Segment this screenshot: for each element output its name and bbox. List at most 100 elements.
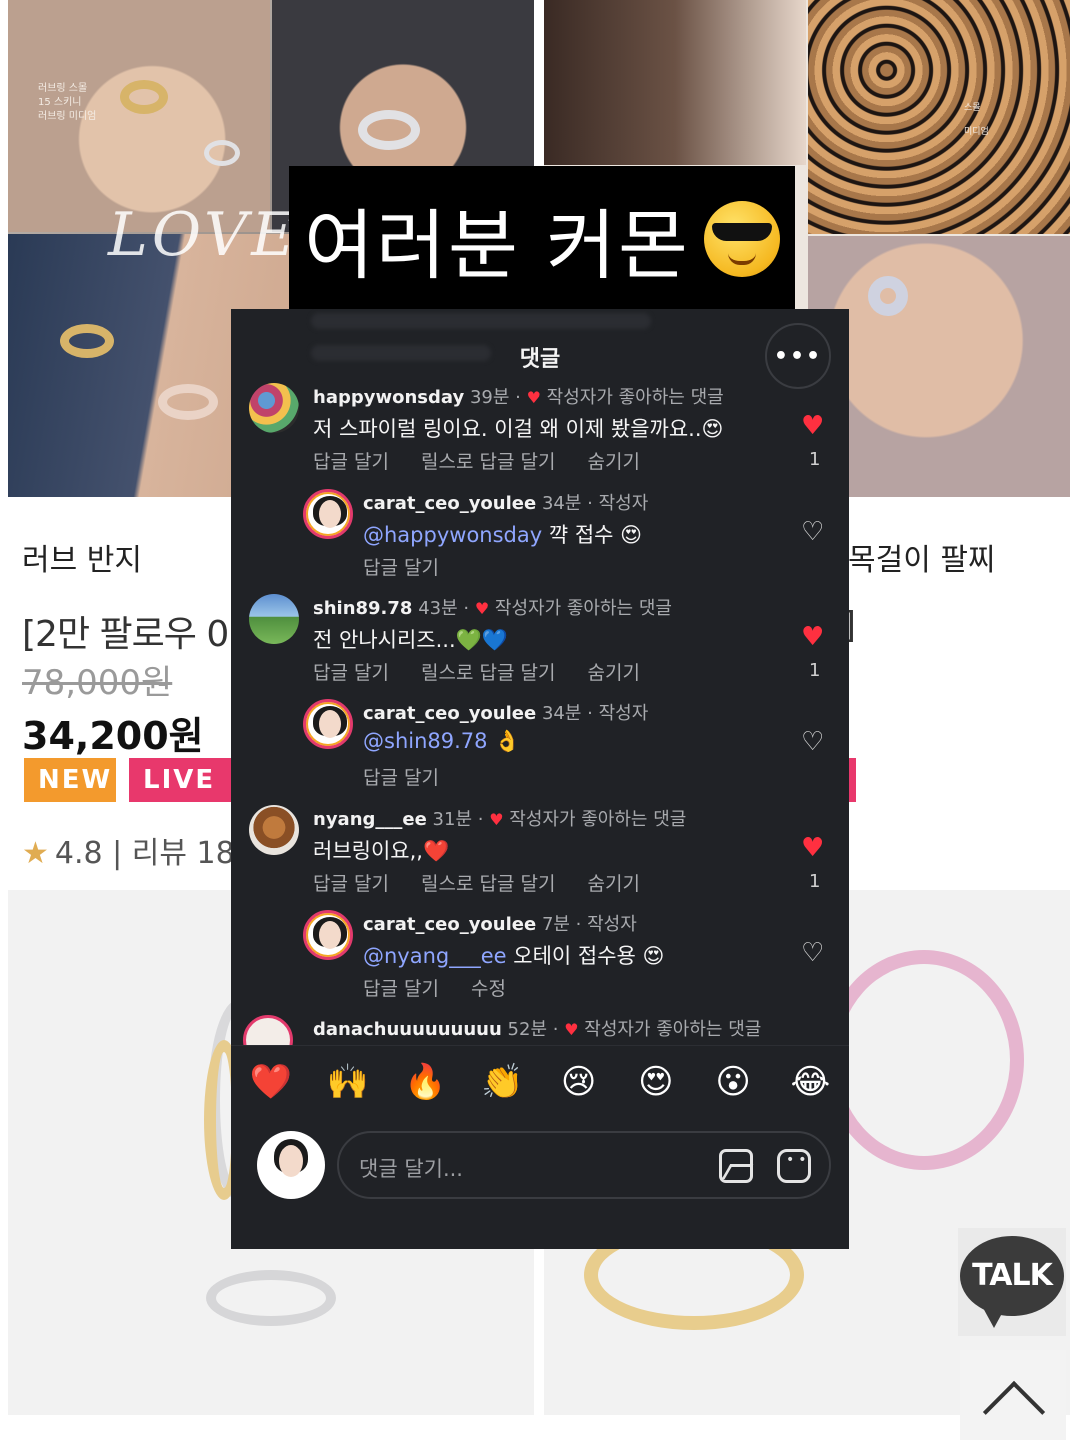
comment-input[interactable]: 댓글 달기... (337, 1131, 831, 1199)
talk-bubble-tail (982, 1306, 1006, 1328)
comment-input-row: 댓글 달기... (231, 1117, 849, 1249)
comment-text: 전 안나시리즈...💚💙 (313, 628, 508, 652)
comment-meta: carat_ceo_youlee 7분 · 작성자 (363, 914, 637, 935)
reply-button[interactable]: 답글 달기 (313, 873, 389, 895)
talk-bubble-icon: TALK (960, 1236, 1064, 1316)
username[interactable]: carat_ceo_youlee (363, 914, 536, 935)
comment-meta: shin89.78 43분 · ♥ 작성자가 좋아하는 댓글 (313, 598, 672, 619)
reels-reply-button[interactable]: 릴스로 답글 달기 (421, 873, 555, 895)
comment-body: 👌 (487, 729, 521, 753)
kakao-talk-button[interactable]: TALK (958, 1228, 1066, 1336)
comment-text: @shin89.78 👌 (363, 729, 520, 754)
like-heart-icon[interactable]: ♥ (801, 835, 824, 861)
username[interactable]: shin89.78 (313, 598, 412, 619)
mention-link[interactable]: @shin89.78 (363, 729, 488, 753)
photo-caption: 러브링 스몰 15 스키니 러브링 미디엄 (38, 83, 97, 122)
username[interactable]: happywonsday (313, 387, 464, 408)
meta-tail: 작성자가 좋아하는 댓글 (584, 1019, 762, 1040)
reply-button[interactable]: 답글 달기 (363, 978, 439, 1000)
raised-hands-emoji-button[interactable]: 🙌 (327, 1062, 369, 1102)
photo-hand-1: 러브링 스몰 15 스키니 러브링 미디엄 (8, 0, 270, 232)
comment-time: 31분 (432, 809, 473, 830)
fire-emoji-button[interactable]: 🔥 (404, 1062, 446, 1102)
ring-graphic (206, 1270, 336, 1326)
star-icon: ★ (22, 836, 49, 871)
meta-tail: 작성자 (598, 703, 649, 724)
scroll-top-button[interactable] (960, 1350, 1066, 1440)
sheet-title: 댓글 (519, 347, 561, 372)
heart-icon: ♥ (564, 1020, 579, 1039)
crying-emoji-button[interactable]: 😢 (559, 1062, 599, 1102)
like-count: 1 (809, 660, 821, 681)
sunglasses-emoji-icon (703, 200, 780, 277)
comment-text: @happywonsday 꺅 접수 😍 (363, 519, 642, 549)
ring-graphic (824, 950, 1024, 1170)
mention-link[interactable]: @happywonsday (363, 523, 542, 547)
like-heart-icon[interactable]: ♥ (801, 624, 824, 650)
comment-meta: happywonsday 39분 · ♥ 작성자가 좋아하는 댓글 (313, 387, 724, 408)
overlay-banner: 여러분 커몬 (289, 166, 795, 311)
heart-icon: ♥ (526, 388, 541, 407)
comment-body: 꺅 접수 😍 (542, 523, 643, 547)
username[interactable]: danachuuuuuuuuu (313, 1019, 502, 1040)
comment-time: 39분 (469, 387, 510, 408)
avatar[interactable] (303, 910, 353, 960)
like-heart-outline-icon[interactable]: ♡ (801, 519, 824, 545)
laughing-emoji-button[interactable]: 😂 (790, 1062, 831, 1102)
product-title[interactable]: [2만 팔로우 0 (22, 605, 229, 657)
rating-text: 4.8 | 리뷰 18 (54, 836, 235, 871)
ring-graphic (358, 110, 420, 150)
hide-button[interactable]: 숨기기 (588, 662, 640, 684)
avatar[interactable] (249, 383, 299, 433)
banner-text: 여러분 커몬 (304, 200, 690, 290)
comment-meta: carat_ceo_youlee 34분 · 작성자 (363, 493, 649, 514)
comment-actions: 답글 달기 릴스로 답글 달기 숨기기 (313, 447, 666, 474)
comment-time: 34분 (541, 493, 582, 514)
reels-reply-button[interactable]: 릴스로 답글 달기 (421, 662, 555, 684)
love-overlay-text: LOVE (108, 200, 300, 270)
photo-necklace (808, 0, 1070, 234)
photo-caption: 스몰 미디엄 (964, 103, 989, 137)
comment-time: 52분 (507, 1019, 548, 1040)
ring-graphic (120, 80, 168, 114)
photo-earring (544, 0, 806, 165)
like-heart-outline-icon[interactable]: ♡ (801, 940, 824, 966)
heart-emoji-button[interactable]: ❤️ (250, 1062, 292, 1102)
username[interactable]: carat_ceo_youlee (363, 493, 536, 514)
avatar-face (319, 710, 341, 738)
meta-tail: 작성자 (598, 493, 649, 514)
avatar[interactable] (249, 805, 299, 855)
username[interactable]: nyang___ee (313, 809, 427, 830)
edit-button[interactable]: 수정 (471, 978, 506, 1000)
comment-meta: danachuuuuuuuuu 52분 · ♥ 작성자가 좋아하는 댓글 (313, 1019, 762, 1040)
hide-button[interactable]: 숨기기 (588, 451, 640, 473)
reels-reply-button[interactable]: 릴스로 답글 달기 (421, 451, 555, 473)
clap-emoji-button[interactable]: 👏 (481, 1062, 523, 1102)
reply-button[interactable]: 답글 달기 (363, 557, 439, 579)
like-count: 1 (809, 871, 821, 892)
avatar[interactable] (249, 594, 299, 644)
avatar[interactable] (303, 489, 353, 539)
product-name[interactable]: 러브 반지 (22, 535, 142, 579)
image-icon[interactable] (719, 1149, 753, 1183)
username[interactable]: carat_ceo_youlee (363, 703, 536, 724)
avatar[interactable] (303, 699, 353, 749)
avatar-face (319, 500, 341, 528)
reply-button[interactable]: 답글 달기 (363, 767, 439, 789)
like-heart-outline-icon[interactable]: ♡ (801, 729, 824, 755)
surprised-emoji-button[interactable]: 😮 (713, 1062, 753, 1102)
heart-icon: ♥ (474, 599, 490, 618)
like-heart-icon[interactable]: ♥ (801, 413, 824, 439)
mention-link[interactable]: @nyang___ee (363, 944, 507, 968)
sticker-icon[interactable] (777, 1149, 811, 1183)
heart-eyes-emoji-button[interactable]: 😍 (636, 1062, 676, 1102)
meta-tail: 작성자 (587, 914, 637, 935)
reply-button[interactable]: 답글 달기 (313, 451, 389, 473)
hide-button[interactable]: 숨기기 (588, 873, 640, 895)
product-name-right[interactable]: 목걸이 팔찌 (848, 535, 996, 579)
more-options-button[interactable]: ••• (765, 323, 831, 389)
reply-button[interactable]: 답글 달기 (313, 662, 389, 684)
live-badge: LIVE (129, 758, 239, 802)
comment-actions: 답글 달기 수정 (363, 974, 532, 1001)
comment-input-placeholder: 댓글 달기... (359, 1157, 463, 1181)
